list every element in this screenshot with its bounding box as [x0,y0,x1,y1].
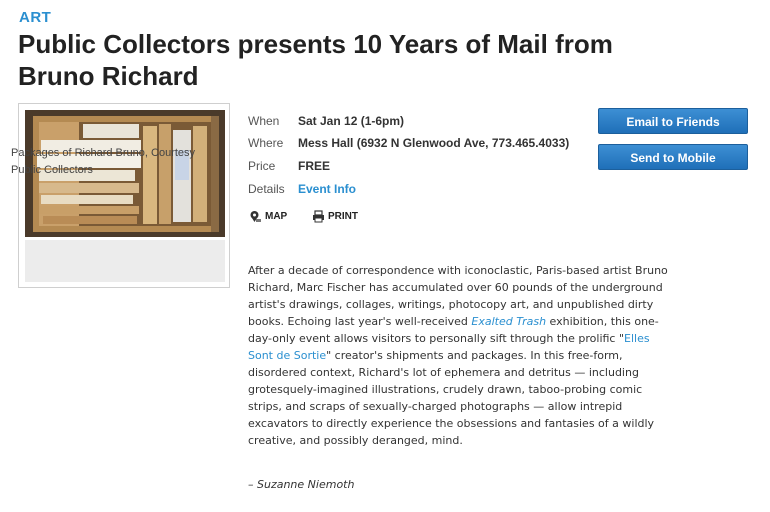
event-info-link[interactable]: Event Info [298,180,356,198]
detail-value-when: Sat Jan 12 (1-6pm) [298,114,405,128]
event-image-box [18,103,230,288]
detail-label: Details [248,182,285,196]
detail-value-where: Mess Hall (6932 N Glenwood Ave, 773.465.… [298,136,570,150]
image-caption: Packages of Richard Bruno, Courtesy Publ… [11,147,196,176]
detail-row-price: Price FREE [248,157,608,175]
detail-value-price: FREE [298,159,331,173]
email-to-friends-button[interactable]: Email to Friends [598,108,748,134]
detail-row-when: When Sat Jan 12 (1-6pm) [248,112,608,130]
page-title: Public Collectors presents 10 Years of M… [18,29,613,91]
map-pin-icon [250,211,261,222]
detail-row-details: Details Event Info [248,180,608,198]
caption-background [25,240,225,282]
detail-label: When [248,114,280,128]
event-description: After a decade of correspondence with ic… [248,262,678,449]
detail-label: Where [248,136,284,150]
exalted-trash-link[interactable]: Exalted Trash [471,315,546,328]
print-label: PRINT [328,211,358,223]
category-label[interactable]: ART [19,9,51,26]
map-label: MAP [265,211,288,223]
detail-label: Price [248,159,276,173]
description-text: " creator's shipments and packages. In t… [248,349,655,447]
printer-icon [313,210,324,223]
print-link[interactable]: PRINT [312,210,358,224]
map-link[interactable]: MAP [249,210,287,224]
send-to-mobile-button[interactable]: Send to Mobile [598,144,748,170]
author-byline: – Suzanne Niemoth [248,478,355,491]
detail-row-where: Where Mess Hall (6932 N Glenwood Ave, 77… [248,134,608,152]
